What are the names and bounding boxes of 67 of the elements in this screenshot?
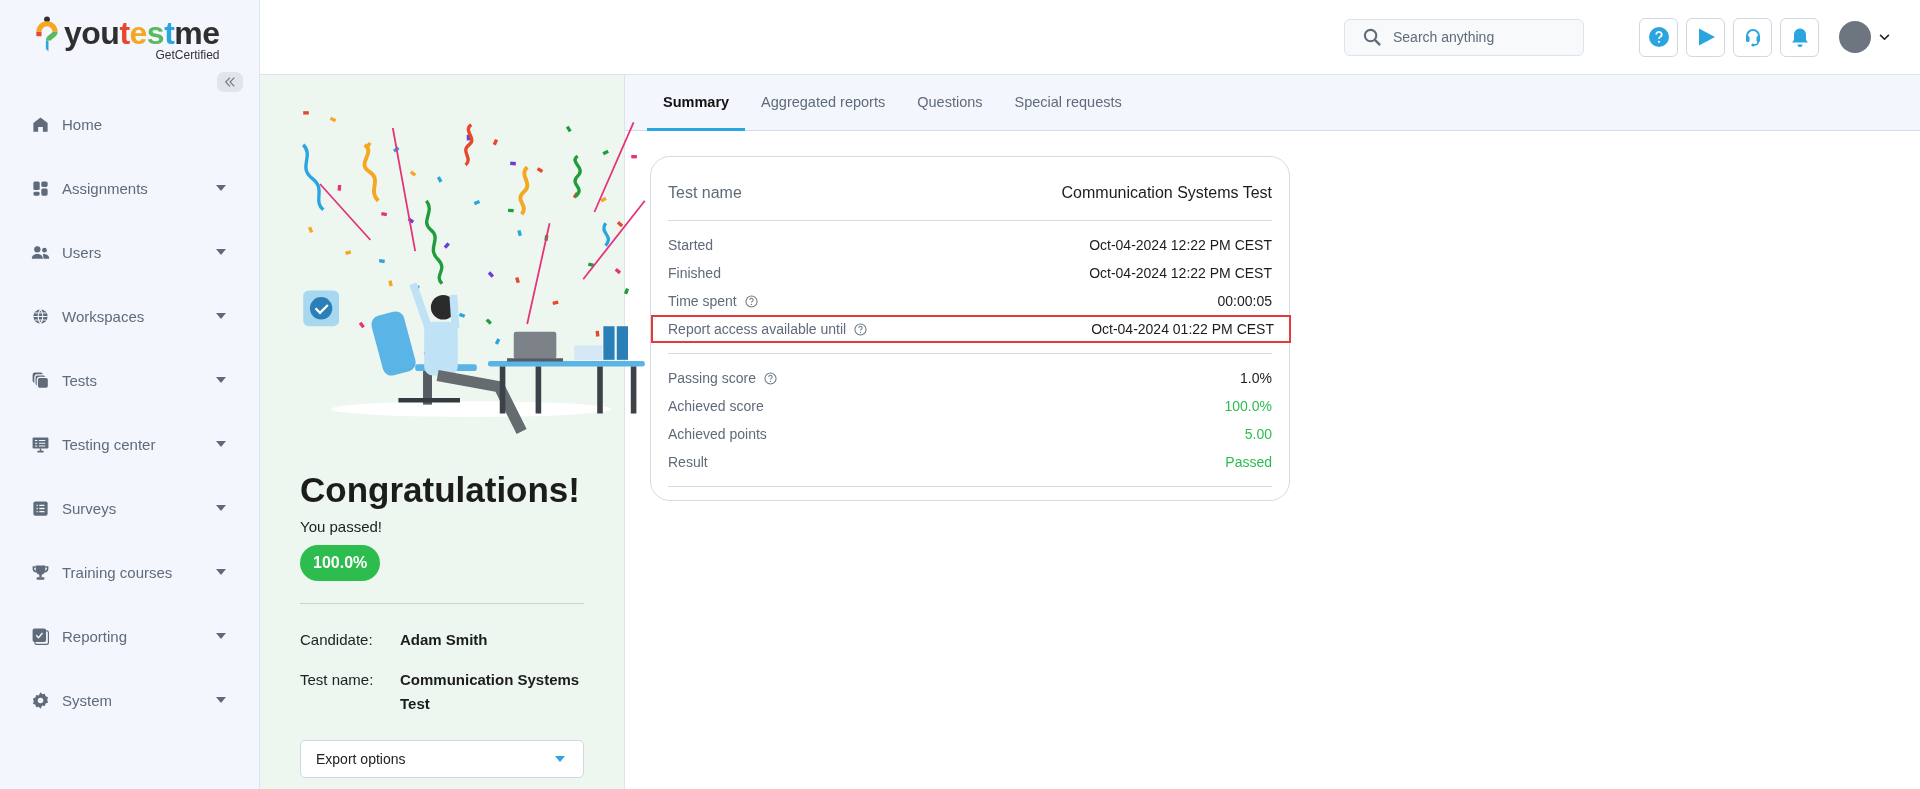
congratulations-title: Congratulations! (300, 470, 580, 510)
gear-icon (31, 690, 50, 710)
support-button[interactable] (1733, 17, 1772, 57)
list-icon (31, 498, 50, 518)
row-label: Result (668, 454, 708, 470)
export-options-dropdown[interactable]: Export options (300, 740, 584, 778)
globe-icon (31, 306, 50, 326)
home-icon (31, 114, 50, 134)
detail-label: Test name: (300, 670, 375, 690)
detail-label: Candidate: (300, 630, 374, 650)
caret-icon (555, 756, 565, 762)
row-label: Time spent (668, 293, 737, 309)
logo-tagline: GetCertified (155, 48, 220, 62)
sidebar-menu-item[interactable]: Workspaces (0, 284, 259, 348)
collapse-sidebar-button[interactable] (217, 72, 243, 92)
sidebar-menu-item[interactable]: Assignments (0, 156, 259, 220)
monitor-icon (31, 434, 50, 454)
detail-value: Communication Systems Test (400, 670, 581, 714)
chevron-down-icon[interactable] (1879, 33, 1890, 41)
help-icon[interactable] (744, 294, 758, 308)
help-icon[interactable] (763, 371, 777, 385)
help-icon[interactable] (854, 322, 868, 336)
tab[interactable]: Special requests (998, 75, 1138, 131)
tab[interactable]: Questions (901, 75, 999, 131)
detail-value: Adam Smith (400, 630, 488, 650)
sidebar-menu-item[interactable]: Home (0, 92, 259, 156)
row-value: 100.0% (1224, 398, 1272, 414)
sidebar-menu-item[interactable]: Training courses (0, 540, 259, 604)
user-avatar[interactable] (1839, 21, 1871, 53)
notifications-button[interactable] (1780, 17, 1819, 57)
search-field[interactable]: Search anything (1344, 18, 1584, 56)
row-label: Report access available until (668, 321, 847, 337)
row-value: Oct-04-2024 12:22 PM CEST (1089, 265, 1272, 281)
row-value: 1.0% (1240, 370, 1272, 386)
row-value: 00:00:05 (1217, 293, 1272, 309)
play-button[interactable] (1686, 17, 1725, 57)
sidebar-menu-item[interactable]: Users (0, 220, 259, 284)
row-label: Achieved points (668, 426, 767, 442)
row-label: Achieved score (668, 398, 764, 414)
help-button[interactable] (1639, 17, 1678, 57)
row-value: Passed (1225, 454, 1272, 470)
dashboard-icon (31, 178, 50, 198)
copies-icon (31, 370, 50, 390)
sidebar-menu-item[interactable]: System (0, 668, 259, 732)
result-message: You passed! (300, 518, 383, 535)
row-value: Communication Systems Test (1061, 183, 1272, 202)
trophy-icon (31, 562, 50, 582)
row-label: Test name (668, 183, 742, 202)
score-badge: 100.0% (300, 545, 381, 581)
row-label: Passing score (668, 370, 756, 386)
row-value: Oct-04-2024 12:22 PM CEST (1089, 237, 1272, 253)
sidebar-menu-item[interactable]: Reporting (0, 604, 259, 668)
search-icon (1363, 27, 1382, 47)
sidebar-menu-item[interactable]: Testing center (0, 412, 259, 476)
help-icon (1648, 27, 1669, 47)
tab[interactable]: Summary (647, 75, 746, 131)
row-label: Started (668, 237, 714, 253)
row-value: Oct-04-2024 01:22 PM CEST (1091, 321, 1274, 337)
checkbox-icon (31, 626, 50, 646)
logo-text: youtestme (64, 16, 220, 50)
double-chevron-icon (223, 75, 237, 89)
row-label: Finished (668, 265, 721, 281)
bell-icon (1789, 27, 1810, 47)
sidebar-menu-item[interactable]: Surveys (0, 476, 259, 540)
row-value: 5.00 (1244, 426, 1272, 442)
tab[interactable]: Aggregated reports (745, 75, 902, 131)
sidebar-menu-item[interactable]: Tests (0, 348, 259, 412)
